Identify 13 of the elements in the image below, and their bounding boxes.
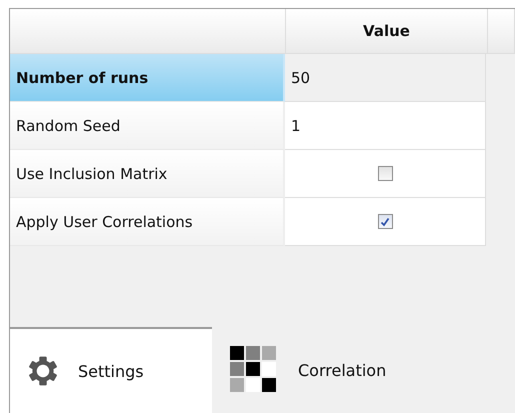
property-label[interactable]: Use Inclusion Matrix xyxy=(10,150,285,198)
checkbox[interactable] xyxy=(378,166,392,181)
value-cell[interactable]: 50 xyxy=(285,54,486,102)
column-header[interactable]: Value xyxy=(286,9,488,53)
property-label[interactable]: Apply User Correlations xyxy=(10,198,285,246)
property-label[interactable]: Random Seed xyxy=(10,102,285,150)
checkbox[interactable] xyxy=(378,214,392,229)
tab[interactable]: Settings xyxy=(10,327,212,413)
tab[interactable]: Correlation xyxy=(212,327,404,413)
grid-icon xyxy=(230,346,278,394)
property-label[interactable]: Number of runs xyxy=(10,54,285,102)
value-cell[interactable]: 1 xyxy=(285,102,486,150)
gear-icon xyxy=(28,356,58,386)
